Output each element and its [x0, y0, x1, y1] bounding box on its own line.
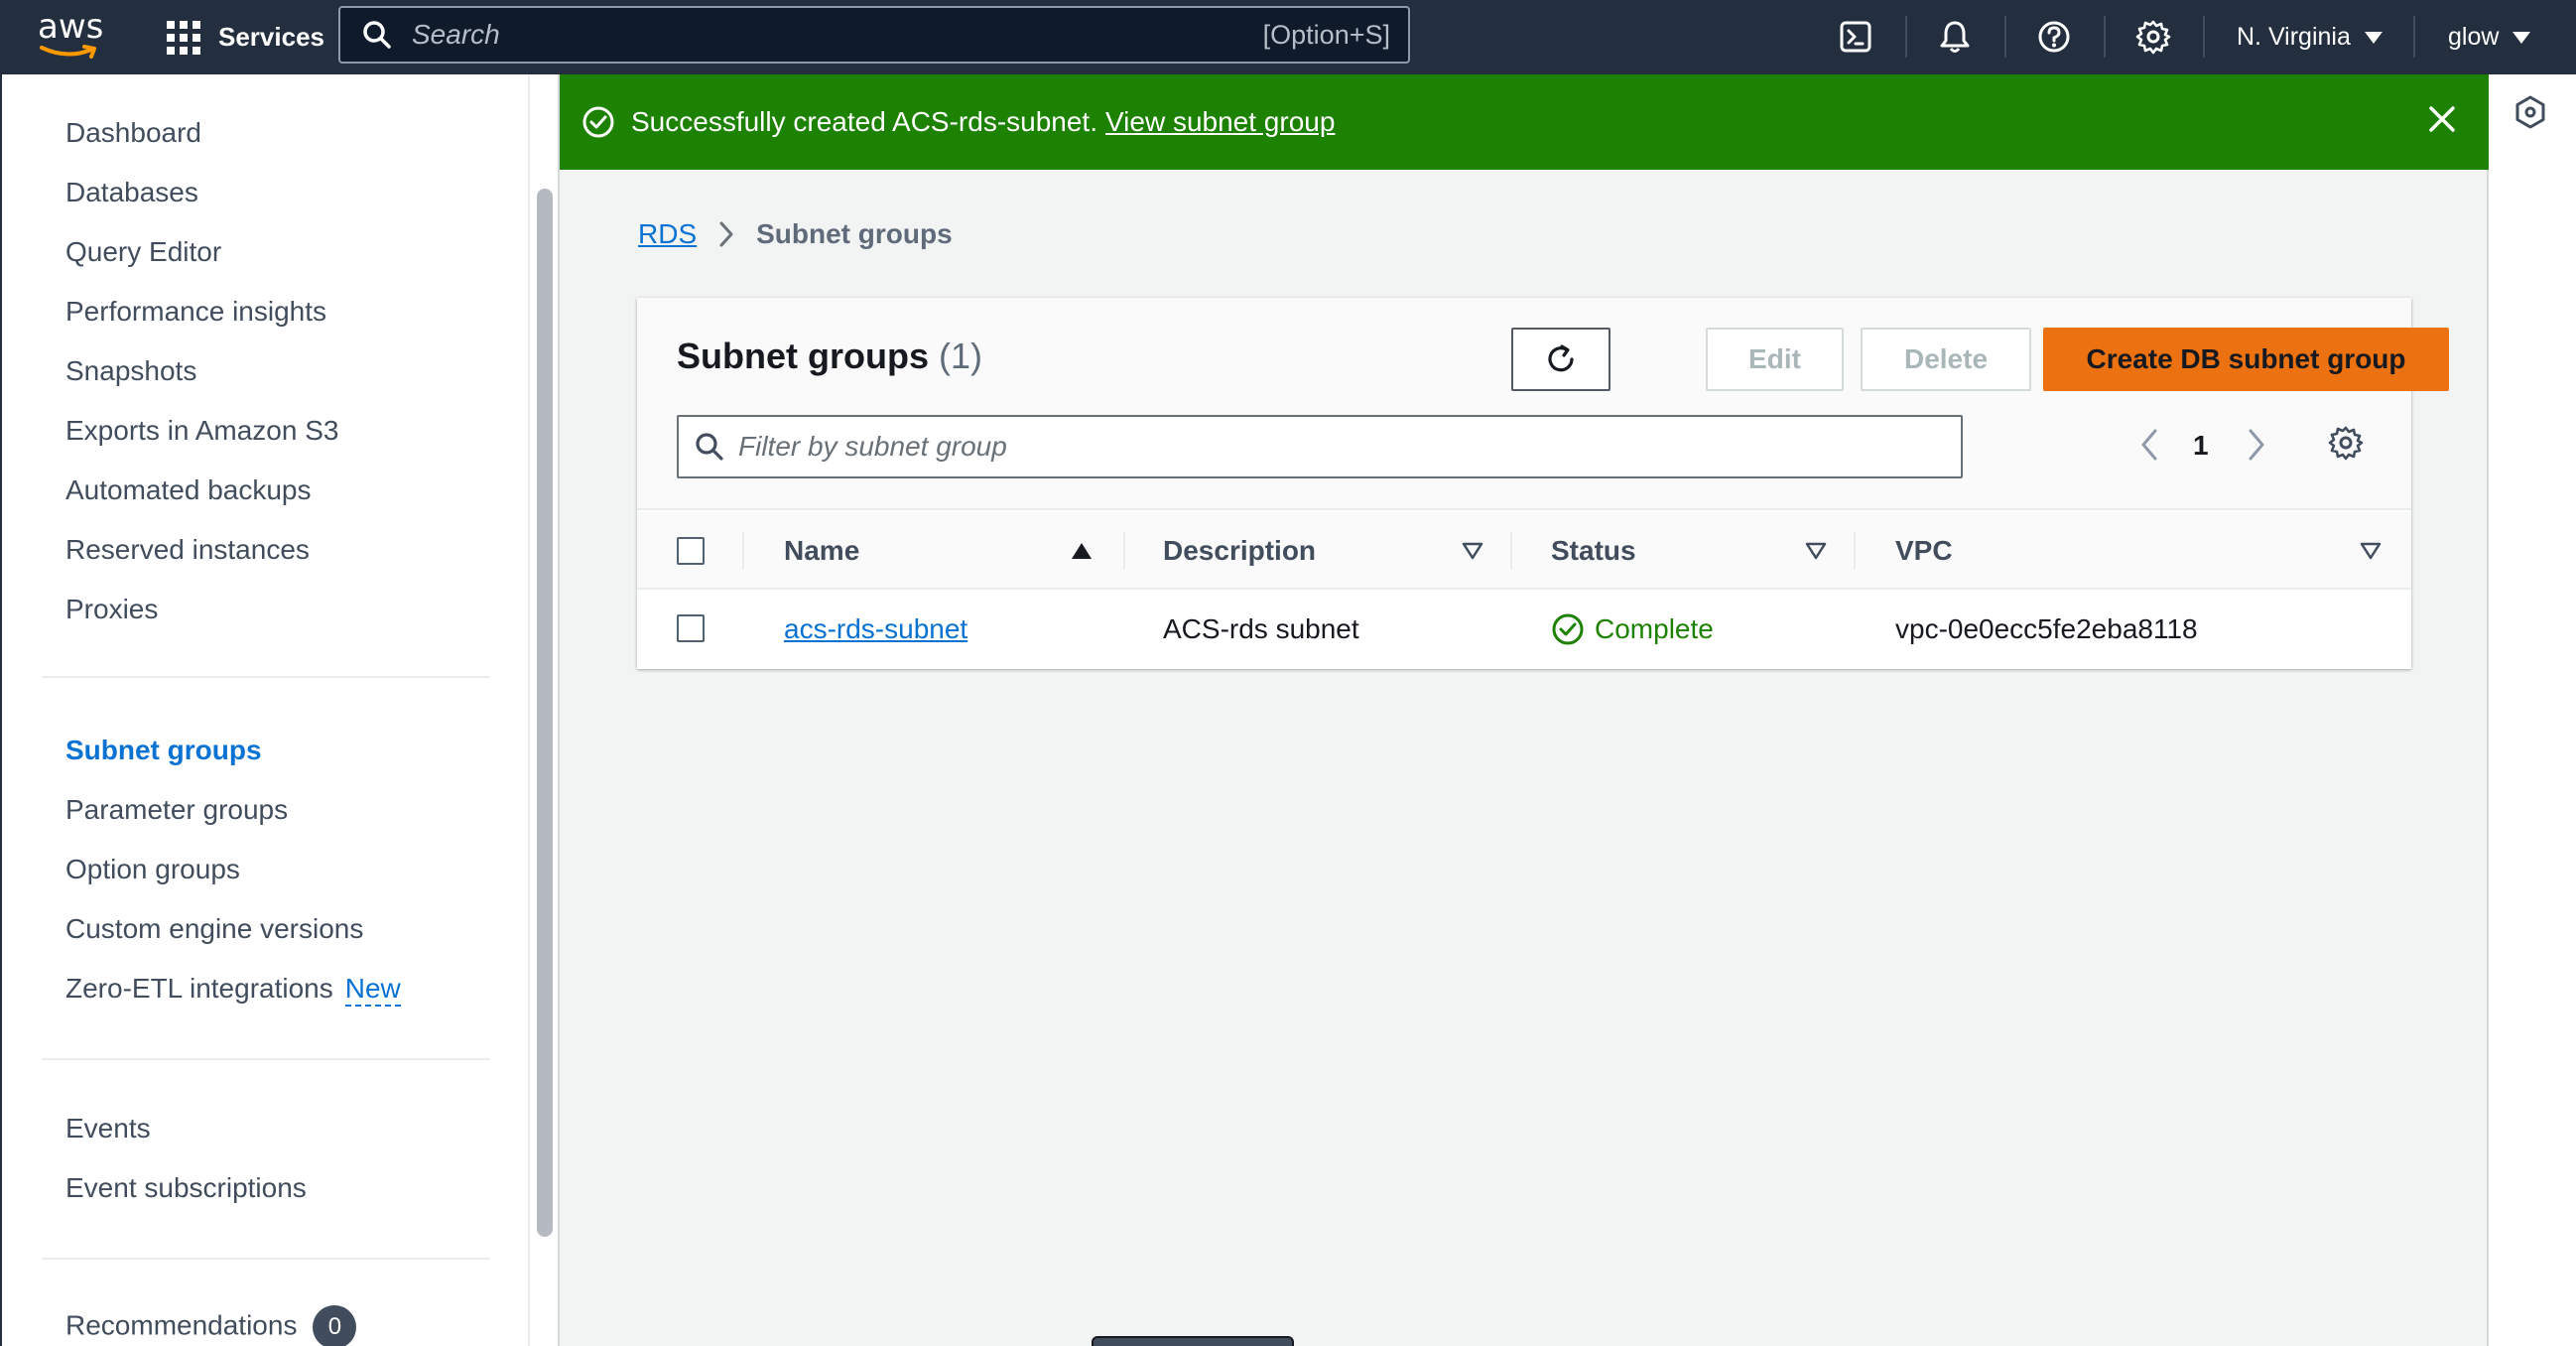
table-header-row: Name Description Status VPC	[637, 512, 2411, 590]
table-row[interactable]: acs-rds-subnet ACS-rds subnet Complete v…	[637, 590, 2411, 669]
page-title: Subnet groups (1)	[677, 336, 982, 377]
top-navigation: aws Services [Option+S]	[0, 0, 2576, 74]
status-complete-icon	[1552, 613, 1584, 645]
search-shortcut-hint: [Option+S]	[1262, 19, 1390, 50]
column-header-vpc[interactable]: VPC	[1895, 512, 1953, 590]
filter-input[interactable]	[738, 431, 1961, 463]
close-icon[interactable]	[2425, 102, 2459, 136]
refresh-button[interactable]	[1511, 328, 1610, 391]
view-subnet-group-link[interactable]: View subnet group	[1105, 106, 1335, 138]
caret-down-icon	[2512, 31, 2531, 44]
user-label: glow	[2448, 23, 2500, 51]
search-icon	[363, 21, 391, 49]
sidebar-item-recommendations[interactable]: Recommendations 0	[65, 1305, 357, 1346]
item-count: (1)	[939, 336, 982, 376]
sidebar-item-event-subscriptions[interactable]: Event subscriptions	[65, 1172, 307, 1204]
sidebar-item-dashboard[interactable]: Dashboard	[65, 117, 201, 149]
sidebar-item-zero-etl-label: Zero-ETL integrations	[65, 973, 333, 1004]
services-label: Services	[218, 22, 324, 52]
create-db-subnet-group-button[interactable]: Create DB subnet group	[2043, 328, 2449, 391]
sidebar-divider	[42, 1258, 490, 1260]
breadcrumb-rds-link[interactable]: RDS	[638, 218, 697, 250]
subnet-groups-table-container: Subnet groups (1) Edit Delete Create DB s…	[637, 298, 2449, 669]
chevron-right-icon	[719, 221, 733, 247]
global-search-input[interactable]	[412, 19, 1263, 51]
success-check-icon	[582, 106, 614, 138]
tools-panel-icon[interactable]	[2512, 94, 2548, 130]
cell-name: acs-rds-subnet	[784, 590, 967, 669]
chevron-left-icon[interactable]	[2137, 425, 2161, 465]
page-number-button[interactable]: 1	[2193, 430, 2209, 462]
sidebar-item-databases[interactable]: Databases	[65, 177, 198, 208]
new-badge[interactable]: New	[344, 973, 401, 1007]
sidebar-item-parameter-groups[interactable]: Parameter groups	[65, 794, 288, 826]
breadcrumb: RDS Subnet groups	[638, 218, 953, 250]
sidebar-item-subnet-groups[interactable]: Subnet groups	[65, 735, 262, 766]
sidebar-divider	[42, 676, 490, 678]
sidebar-item-proxies[interactable]: Proxies	[65, 594, 158, 625]
cell-vpc: vpc-0e0ecc5fe2eba8118	[1895, 613, 2198, 644]
delete-button[interactable]: Delete	[1861, 328, 2031, 391]
sort-icon[interactable]	[1462, 542, 1483, 560]
sidebar-divider	[42, 1058, 490, 1060]
aws-smile-icon	[40, 45, 96, 59]
bottom-drag-handle[interactable]	[1092, 1336, 1294, 1346]
aws-logo-text: aws	[38, 7, 104, 47]
chevron-right-icon[interactable]	[2245, 425, 2268, 465]
region-selector[interactable]: N. Virginia	[2237, 0, 2383, 74]
sidebar-item-option-groups[interactable]: Option groups	[65, 854, 240, 885]
edit-button[interactable]: Edit	[1706, 328, 1844, 391]
sidebar-item-recommendations-label: Recommendations	[65, 1309, 298, 1341]
sort-icon[interactable]	[2360, 542, 2382, 560]
services-menu-button[interactable]: Services	[167, 0, 324, 74]
column-header-description[interactable]: Description	[1163, 512, 1316, 590]
sidebar-item-reserved-instances[interactable]: Reserved instances	[65, 534, 310, 566]
preferences-gear-icon[interactable]	[2328, 425, 2364, 461]
refresh-icon	[1548, 344, 1574, 372]
cell-description: ACS-rds subnet	[1163, 613, 1359, 644]
success-flash-banner: Successfully created ACS-rds-subnet. Vie…	[560, 74, 2489, 170]
services-grid-icon	[167, 20, 200, 55]
breadcrumb-current: Subnet groups	[756, 218, 953, 249]
table-header-area: Subnet groups (1) Edit Delete Create DB s…	[637, 298, 2449, 510]
sidebar-item-events[interactable]: Events	[65, 1113, 151, 1144]
sidebar-item-performance-insights[interactable]: Performance insights	[65, 296, 326, 328]
aws-logo[interactable]: aws	[38, 7, 104, 60]
caret-down-icon	[2364, 31, 2383, 44]
cloudshell-icon[interactable]	[1835, 16, 1876, 58]
help-icon[interactable]	[2033, 16, 2075, 58]
cell-status: Complete	[1551, 590, 1714, 669]
region-label: N. Virginia	[2237, 23, 2351, 51]
sort-ascending-icon[interactable]	[1071, 542, 1093, 560]
column-header-status[interactable]: Status	[1551, 512, 1636, 590]
subnet-group-name-link[interactable]: acs-rds-subnet	[784, 613, 967, 645]
sidebar-item-snapshots[interactable]: Snapshots	[65, 355, 196, 387]
page-title-text: Subnet groups	[677, 336, 929, 376]
select-all-checkbox[interactable]	[677, 537, 705, 565]
status-text: Complete	[1595, 613, 1714, 644]
search-icon	[696, 433, 723, 461]
filter-box[interactable]	[677, 415, 1963, 478]
user-menu[interactable]: glow	[2448, 0, 2531, 74]
main-content: Successfully created ACS-rds-subnet. Vie…	[558, 74, 2489, 1346]
sidebar-item-automated-backups[interactable]: Automated backups	[65, 474, 312, 506]
row-select-checkbox[interactable]	[677, 614, 705, 642]
bell-icon[interactable]	[1934, 16, 1976, 58]
sidebar-item-zero-etl[interactable]: Zero-ETL integrations New	[65, 973, 401, 1007]
side-navigation: Dashboard Databases Query Editor Perform…	[0, 74, 530, 1346]
global-search-box[interactable]: [Option+S]	[338, 6, 1410, 64]
recommendations-count-badge: 0	[313, 1305, 357, 1346]
sidebar-item-query-editor[interactable]: Query Editor	[65, 236, 221, 268]
right-tools-rail	[2491, 74, 2576, 1346]
sidebar-item-exports-s3[interactable]: Exports in Amazon S3	[65, 415, 338, 447]
flash-message: Successfully created ACS-rds-subnet.	[631, 106, 1097, 137]
sidebar-item-custom-engine-versions[interactable]: Custom engine versions	[65, 913, 363, 945]
sidebar-scrollbar[interactable]	[537, 189, 553, 1237]
sort-icon[interactable]	[1805, 542, 1827, 560]
gear-icon[interactable]	[2132, 16, 2174, 58]
column-header-name[interactable]: Name	[784, 512, 859, 590]
